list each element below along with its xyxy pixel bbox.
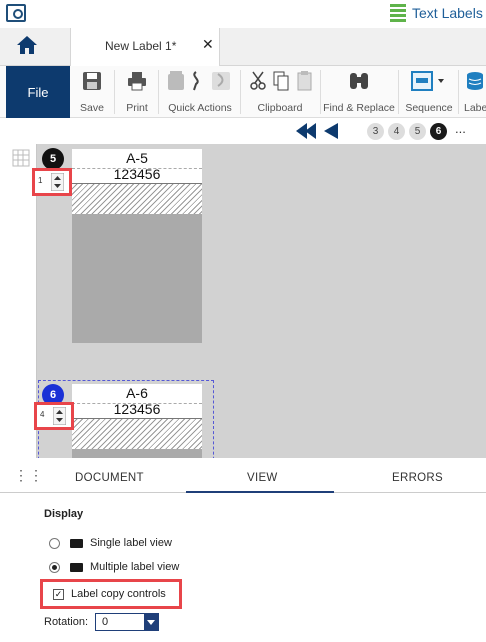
rotation-value: 0 [102,616,109,628]
spinner-icon[interactable] [53,407,66,425]
clipboard-icons [250,71,312,91]
tab-bar: New Label 1* ✕ [0,28,486,66]
database-icon [467,72,483,90]
ribbon-separator [398,70,399,114]
single-view-label: Single label view [90,537,172,549]
page-navigator: 3 4 5 6 ... [0,118,486,144]
multiple-view-radio[interactable] [49,562,60,573]
copy-controls-label: Label copy controls [71,588,166,600]
sequence-icon [411,71,444,91]
ribbon-toolbar: File Save Print Quick Actions Clipboard … [0,66,486,118]
page-number[interactable]: 4 [388,123,405,140]
page-number[interactable]: 3 [367,123,384,140]
display-heading: Display [44,508,84,520]
properties-panel: ⋮⋮ DOCUMENT VIEW ERRORS Display Single l… [0,458,486,642]
print-icon [128,72,146,91]
copy-controls-option[interactable]: ✓ Label copy controls [40,579,182,609]
quick-actions-icons [168,71,230,91]
quick-actions-group: Quick Actions [164,66,236,118]
label-shade-area [72,214,202,343]
ribbon-separator [320,70,321,114]
chevron-down-icon[interactable] [144,614,158,630]
ribbon-separator [158,70,159,114]
print-button[interactable]: Print [120,66,154,118]
app-logo-icon[interactable] [6,4,26,22]
rotation-dropdown[interactable]: 0 [95,613,159,631]
copy-controls-checkbox[interactable]: ✓ [53,589,64,600]
spinner-icon[interactable] [51,173,64,191]
first-page-icon-b [305,123,316,139]
copy-count-value: 4 [40,410,45,419]
tab-new-label-1[interactable]: New Label 1* ✕ [70,28,220,66]
copy-count-stepper[interactable]: 4 [34,402,74,430]
app-title: Text Labels [412,5,483,21]
previous-page-icon[interactable] [324,123,338,139]
label-button[interactable]: Labe [462,66,486,118]
multiple-view-label: Multiple label view [90,561,180,573]
binoculars-icon [350,73,368,89]
label-card[interactable]: A-5 123456 [72,149,202,343]
page-number-active[interactable]: 6 [430,123,447,140]
multiple-label-icon [70,563,83,572]
file-button[interactable]: File [6,66,70,118]
single-view-radio[interactable] [49,538,60,549]
page-number[interactable]: 5 [409,123,426,140]
grid-icon[interactable] [11,148,33,170]
home-icon [17,36,37,54]
ribbon-separator [458,70,459,114]
drag-handle-icon[interactable]: ⋮⋮ [14,468,44,482]
save-icon [83,72,101,90]
home-button[interactable] [16,34,38,56]
label-number-badge: 5 [42,148,64,170]
tab-errors[interactable]: ERRORS [392,472,443,484]
ribbon-separator [240,70,241,114]
label-canvas[interactable]: A-5 123456 5 1 A-6 123456 6 4 [0,144,486,458]
ribbon-separator [114,70,115,114]
active-tab-indicator [186,491,334,493]
tab-document[interactable]: DOCUMENT [75,472,144,484]
copy-count-stepper[interactable]: 1 [32,168,72,196]
tab-view[interactable]: VIEW [247,472,278,484]
sequence-button[interactable]: Sequence [402,66,456,118]
find-replace-button[interactable]: Find & Replace [322,66,396,118]
text-labels-icon [390,4,406,22]
title-bar: Text Labels [0,0,486,28]
save-button[interactable]: Save [76,66,108,118]
label-hatch-area [72,184,202,214]
tab-label: New Label 1* [105,39,177,53]
clipboard-group: Clipboard [244,66,316,118]
more-pages[interactable]: ... [455,121,466,136]
copy-count-value: 1 [38,176,43,185]
rotation-label: Rotation: [44,616,89,628]
close-icon[interactable]: ✕ [202,36,214,53]
single-label-icon [70,539,83,548]
label-name: A-5 [126,150,148,166]
label-divider [72,168,202,169]
